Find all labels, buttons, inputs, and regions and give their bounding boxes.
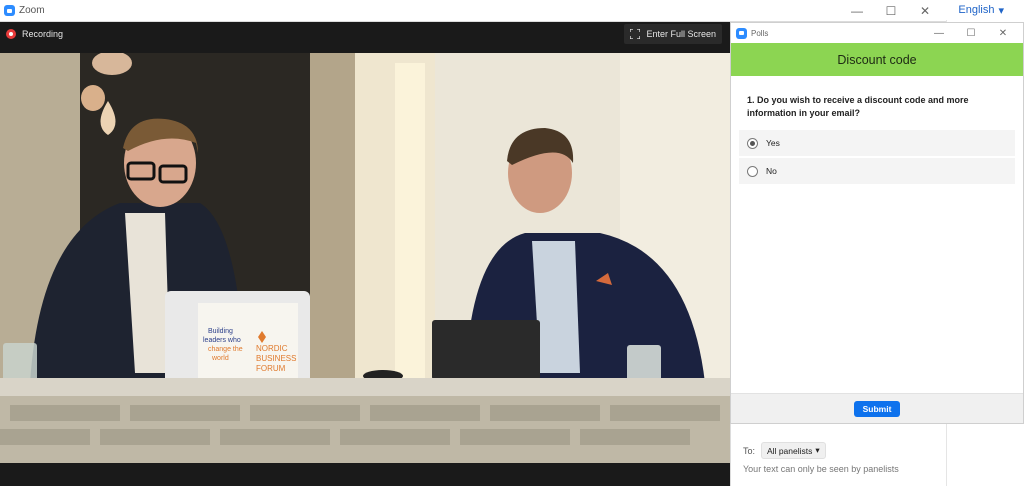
banner-line: leaders who <box>203 337 241 344</box>
recording-label: Recording <box>22 29 64 39</box>
option-label: Yes <box>766 138 780 148</box>
brand-line: NORDIC <box>256 344 288 353</box>
close-icon[interactable]: ✕ <box>908 0 942 22</box>
poll-question: 1. Do you wish to receive a discount cod… <box>747 95 969 118</box>
minimize-icon[interactable]: — <box>840 0 874 22</box>
chat-input[interactable]: Your text can only be seen by panelists <box>743 464 899 474</box>
recording-icon <box>6 29 16 39</box>
fullscreen-label: Enter Full Screen <box>646 29 716 39</box>
recipient-label: All panelists <box>767 445 813 456</box>
browser-topbar: rt English ▾ <box>916 0 1024 20</box>
polls-window-title: Polls <box>751 28 769 38</box>
brand-line: BUSINESS <box>256 354 296 363</box>
zoom-titlebar: Zoom — ☐ ✕ <box>0 0 946 22</box>
option-label: No <box>766 166 777 176</box>
chat-panel: To: All panelists ▾ Your text can only b… <box>730 424 946 486</box>
caret-down-icon: ▾ <box>998 4 1004 17</box>
tablet <box>432 320 540 380</box>
banner-line: change the <box>208 346 243 353</box>
video-bottom-bar <box>0 463 730 486</box>
desk-top <box>0 378 730 396</box>
polls-window-controls: — ☐ ✕ <box>923 23 1019 45</box>
zoom-logo-icon <box>4 5 15 16</box>
poll-title: Discount code <box>837 52 917 67</box>
polls-titlebar: Polls — ☐ ✕ <box>731 23 1023 43</box>
water-glass <box>3 343 37 383</box>
language-label: English <box>958 4 995 16</box>
polls-window: Polls — ☐ ✕ Discount code 1. Do you wish… <box>730 22 1024 424</box>
maximize-icon[interactable]: ☐ <box>874 0 908 22</box>
video-scene: Building leaders who change the world NO… <box>0 53 730 463</box>
fullscreen-icon <box>630 29 641 39</box>
enter-fullscreen-button[interactable]: Enter Full Screen <box>624 24 722 44</box>
banner-line: world <box>211 355 229 362</box>
minimize-icon[interactable]: — <box>923 23 955 43</box>
maximize-icon[interactable]: ☐ <box>955 23 987 43</box>
poll-option-no[interactable]: No <box>739 158 1015 184</box>
meeting-toolbar: Recording Enter Full Screen <box>0 22 730 46</box>
window-controls: — ☐ ✕ <box>840 0 942 22</box>
to-label: To: <box>743 445 756 456</box>
banner-line: Building <box>208 328 233 335</box>
chat-recipient-row: To: All panelists ▾ <box>743 442 826 459</box>
poll-option-yes[interactable]: Yes <box>739 130 1015 156</box>
chevron-down-icon: ▾ <box>815 445 820 455</box>
brand-line: FORUM <box>256 364 286 373</box>
zoom-logo-icon <box>736 27 747 39</box>
radio-button[interactable] <box>747 165 758 177</box>
recipient-dropdown[interactable]: All panelists ▾ <box>761 442 826 459</box>
poll-footer: Submit <box>731 393 1023 423</box>
poll-options: Yes No <box>739 130 1015 184</box>
language-selector[interactable]: English ▾ <box>958 4 1004 17</box>
poll-header: Discount code <box>731 43 1023 76</box>
video-feed: Building leaders who change the world NO… <box>0 53 730 463</box>
submit-button[interactable]: Submit <box>853 400 901 417</box>
close-icon[interactable]: ✕ <box>987 23 1019 43</box>
zoom-window-title: Zoom <box>19 5 45 16</box>
radio-button-checked[interactable] <box>747 137 758 149</box>
recording-indicator[interactable]: Recording <box>6 29 63 39</box>
laptop-banner: Building leaders who change the world NO… <box>165 291 310 393</box>
